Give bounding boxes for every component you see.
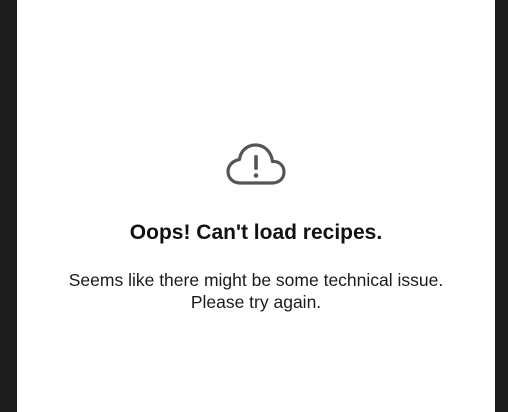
- error-state: Oops! Can't load recipes. Seems like the…: [17, 0, 495, 412]
- content-panel: Oops! Can't load recipes. Seems like the…: [17, 0, 495, 412]
- app-window: Oops! Can't load recipes. Seems like the…: [0, 0, 508, 412]
- error-message: Seems like there might be some technical…: [17, 269, 495, 313]
- error-title: Oops! Can't load recipes.: [129, 221, 383, 244]
- cloud-alert-icon: [226, 143, 286, 185]
- error-message-line-2: Please try again.: [190, 292, 322, 312]
- error-message-line-1: Seems like there might be some technical…: [68, 270, 444, 290]
